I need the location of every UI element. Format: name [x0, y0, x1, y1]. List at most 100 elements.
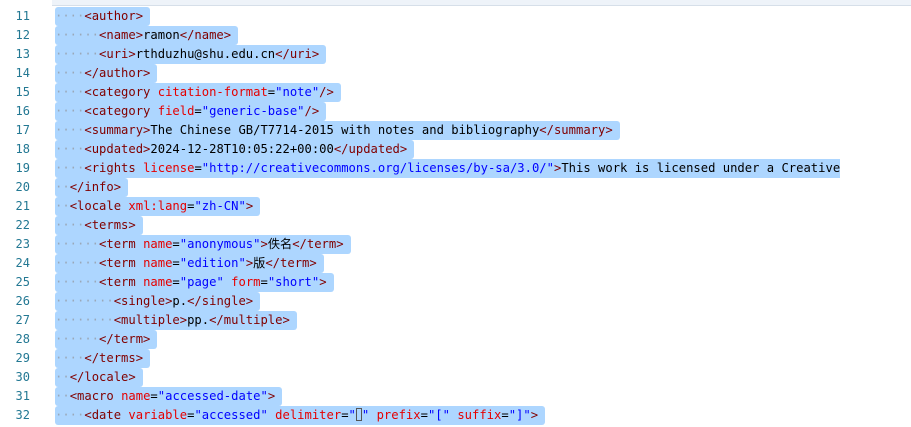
xml-tag: <term [99, 256, 144, 270]
code-text: ······<term name="edition">版</term> [55, 254, 324, 273]
xml-text: = [194, 104, 202, 118]
xml-tag: <summary> [84, 123, 151, 137]
selection-highlight: ····<date variable="accessed" delimiter=… [55, 406, 546, 425]
line-number: 13 [15, 47, 30, 61]
xml-attribute: form [231, 275, 261, 289]
code-line[interactable]: 21 ··<locale xml:lang="zh-CN"> [0, 197, 911, 216]
indent-whitespace: ·· [55, 370, 70, 384]
code-text: ····<updated>2024-12-28T10:05:22+00:00</… [55, 140, 415, 159]
code-line[interactable]: 14 ····</author> [0, 64, 911, 83]
xml-tag: <term [99, 237, 144, 251]
code-line[interactable]: 15 ····<category citation-format="note"/> [0, 83, 911, 102]
line-number: 20 [15, 180, 30, 194]
indent-whitespace: ···· [55, 104, 85, 118]
xml-text: The Chinese GB/T7714-2015 with notes and… [150, 123, 540, 137]
selection-highlight: ····<updated>2024-12-28T10:05:22+00:00</… [55, 140, 415, 159]
xml-text: 佚名 [267, 237, 293, 251]
code-text: ····<date variable="accessed" delimiter=… [55, 406, 546, 425]
selection-highlight: ··</info> [55, 178, 129, 197]
xml-tag: </term> [99, 332, 151, 346]
line-number: 11 [15, 9, 30, 23]
xml-tag: <category [84, 104, 158, 118]
code-line[interactable]: 22 ····<terms> [0, 216, 911, 235]
code-text: ······</term> [55, 330, 158, 349]
indent-whitespace: ······ [55, 256, 100, 270]
xml-tag: > [245, 199, 254, 213]
code-line[interactable]: 31 ··<macro name="accessed-date"> [0, 387, 911, 406]
selection-highlight: ········<single>p.</single> [55, 292, 261, 311]
code-line[interactable]: 30 ··</locale> [0, 368, 911, 387]
xml-attribute: delimiter [275, 408, 342, 422]
xml-text: = [420, 408, 428, 422]
indent-whitespace: ········ [55, 313, 114, 327]
code-line[interactable]: 25 ······<term name="page" form="short"> [0, 273, 911, 292]
xml-attribute-value: "[" [427, 408, 450, 422]
xml-attribute-value: "accessed" [194, 408, 268, 422]
code-line[interactable]: 17 ····<summary>The Chinese GB/T7714-2015… [0, 121, 911, 140]
code-line[interactable]: 29 ····</terms> [0, 349, 911, 368]
indent-whitespace: ······ [55, 28, 100, 42]
code-text: ········<single>p.</single> [55, 292, 261, 311]
selection-highlight: ····<terms> [55, 216, 143, 235]
code-line[interactable]: 12 ······<name>ramon</name> [0, 26, 911, 45]
xml-attribute: license [143, 161, 195, 175]
xml-text: = [172, 256, 180, 270]
indent-whitespace: ···· [55, 161, 85, 175]
code-text: ··</locale> [55, 368, 143, 387]
xml-tag: <uri> [99, 47, 136, 61]
code-text: ····<terms> [55, 216, 143, 235]
xml-attribute: name [143, 275, 173, 289]
xml-attribute-value: "anonymous" [179, 237, 261, 251]
xml-text: = [172, 275, 180, 289]
indent-whitespace: ···· [55, 9, 85, 23]
xml-attribute-value: "note" [275, 85, 320, 99]
code-line[interactable]: 16 ····<category field="generic-base"/> [0, 102, 911, 121]
indent-whitespace: ········ [55, 294, 114, 308]
code-line[interactable]: 20 ··</info> [0, 178, 911, 197]
code-line[interactable]: 28 ······</term> [0, 330, 911, 349]
selection-highlight: ··</locale> [55, 368, 143, 387]
xml-text: = [501, 408, 509, 422]
line-number: 17 [15, 123, 30, 137]
code-text: ········<multiple>pp.</multiple> [55, 311, 297, 330]
xml-attribute-value: "http://creativecommons.org/licenses/by-… [201, 161, 554, 175]
code-line[interactable]: 18 ····<updated>2024-12-28T10:05:22+00:00… [0, 140, 911, 159]
xml-text: This work is licensed under a Creative [561, 161, 841, 175]
code-text: ····<rights license="http://creativecomm… [55, 159, 841, 178]
code-line[interactable]: 13 ······<uri>rthduzhu@shu.edu.cn</uri> [0, 45, 911, 64]
selection-highlight: ····<category citation-format="note"/> [55, 83, 341, 102]
code-line[interactable]: 32 ····<date variable = "accessed" delimite… [0, 406, 911, 425]
indent-whitespace: ······ [55, 237, 100, 251]
line-number: 30 [15, 370, 30, 384]
selection-highlight: ··<macro name="accessed-date"> [55, 387, 283, 406]
indent-whitespace: ···· [55, 351, 85, 365]
selection-highlight: ······<term name="edition">版</term> [55, 254, 324, 273]
indent-whitespace: ·· [55, 180, 70, 194]
code-text: ······<term name="page" form="short"> [55, 273, 334, 292]
xml-tag: /> [319, 85, 334, 99]
xml-text: rthduzhu@shu.edu.cn [135, 47, 276, 61]
xml-text: = [341, 408, 349, 422]
code-line[interactable]: 27 ········<multiple>pp.</multiple> [0, 311, 911, 330]
xml-attribute: field [157, 104, 195, 118]
line-number: 12 [15, 28, 30, 42]
selection-highlight: ····<category field="generic-base"/> [55, 102, 327, 121]
code-text: ····</terms> [55, 349, 151, 368]
indent-whitespace: ···· [55, 142, 85, 156]
code-line[interactable]: 24 ······<term name="edition">版</term> [0, 254, 911, 273]
code-text: ··<macro name="accessed-date"> [55, 387, 283, 406]
xml-tag: <term [99, 275, 144, 289]
code-line[interactable]: 26 ········<single>p.</single> [0, 292, 911, 311]
xml-attribute: xml:lang [128, 199, 188, 213]
code-editor[interactable]: 11 ····<author> 12 ······<name>ramon</name>… [0, 0, 911, 427]
selection-highlight: ······<name>ramon</name> [55, 26, 239, 45]
line-number: 18 [15, 142, 30, 156]
xml-tag: <author> [84, 9, 144, 23]
code-line[interactable]: 23 ······<term name="anonymous">佚名</term> [0, 235, 911, 254]
code-line[interactable]: 11 ····<author> [0, 7, 911, 26]
xml-attribute-value: "zh-CN" [194, 199, 246, 213]
xml-tag: <rights [84, 161, 144, 175]
code-line[interactable]: 19 ····<rights license="http://creativeco… [0, 159, 911, 178]
line-number: 25 [15, 275, 30, 289]
xml-attribute-value: "page" [179, 275, 224, 289]
